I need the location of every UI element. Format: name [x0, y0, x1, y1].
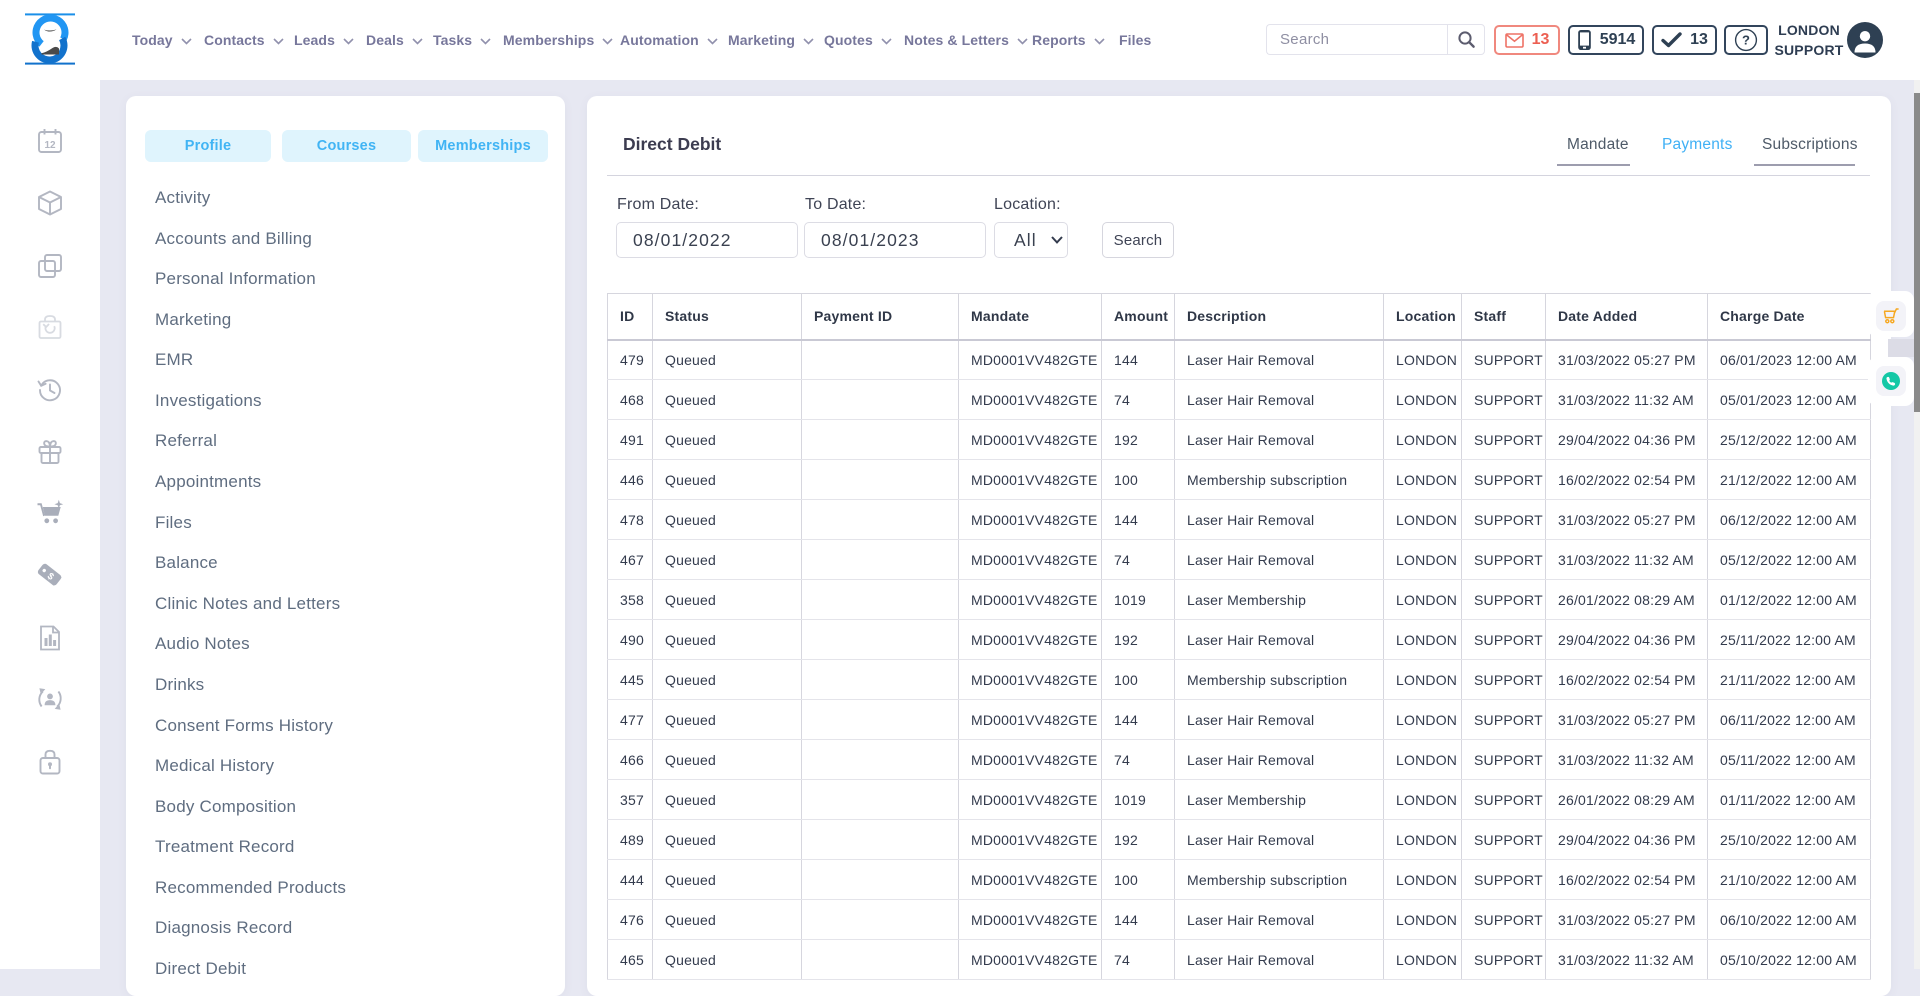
svg-text:12: 12	[44, 140, 56, 151]
svg-text:?: ?	[1742, 32, 1750, 47]
